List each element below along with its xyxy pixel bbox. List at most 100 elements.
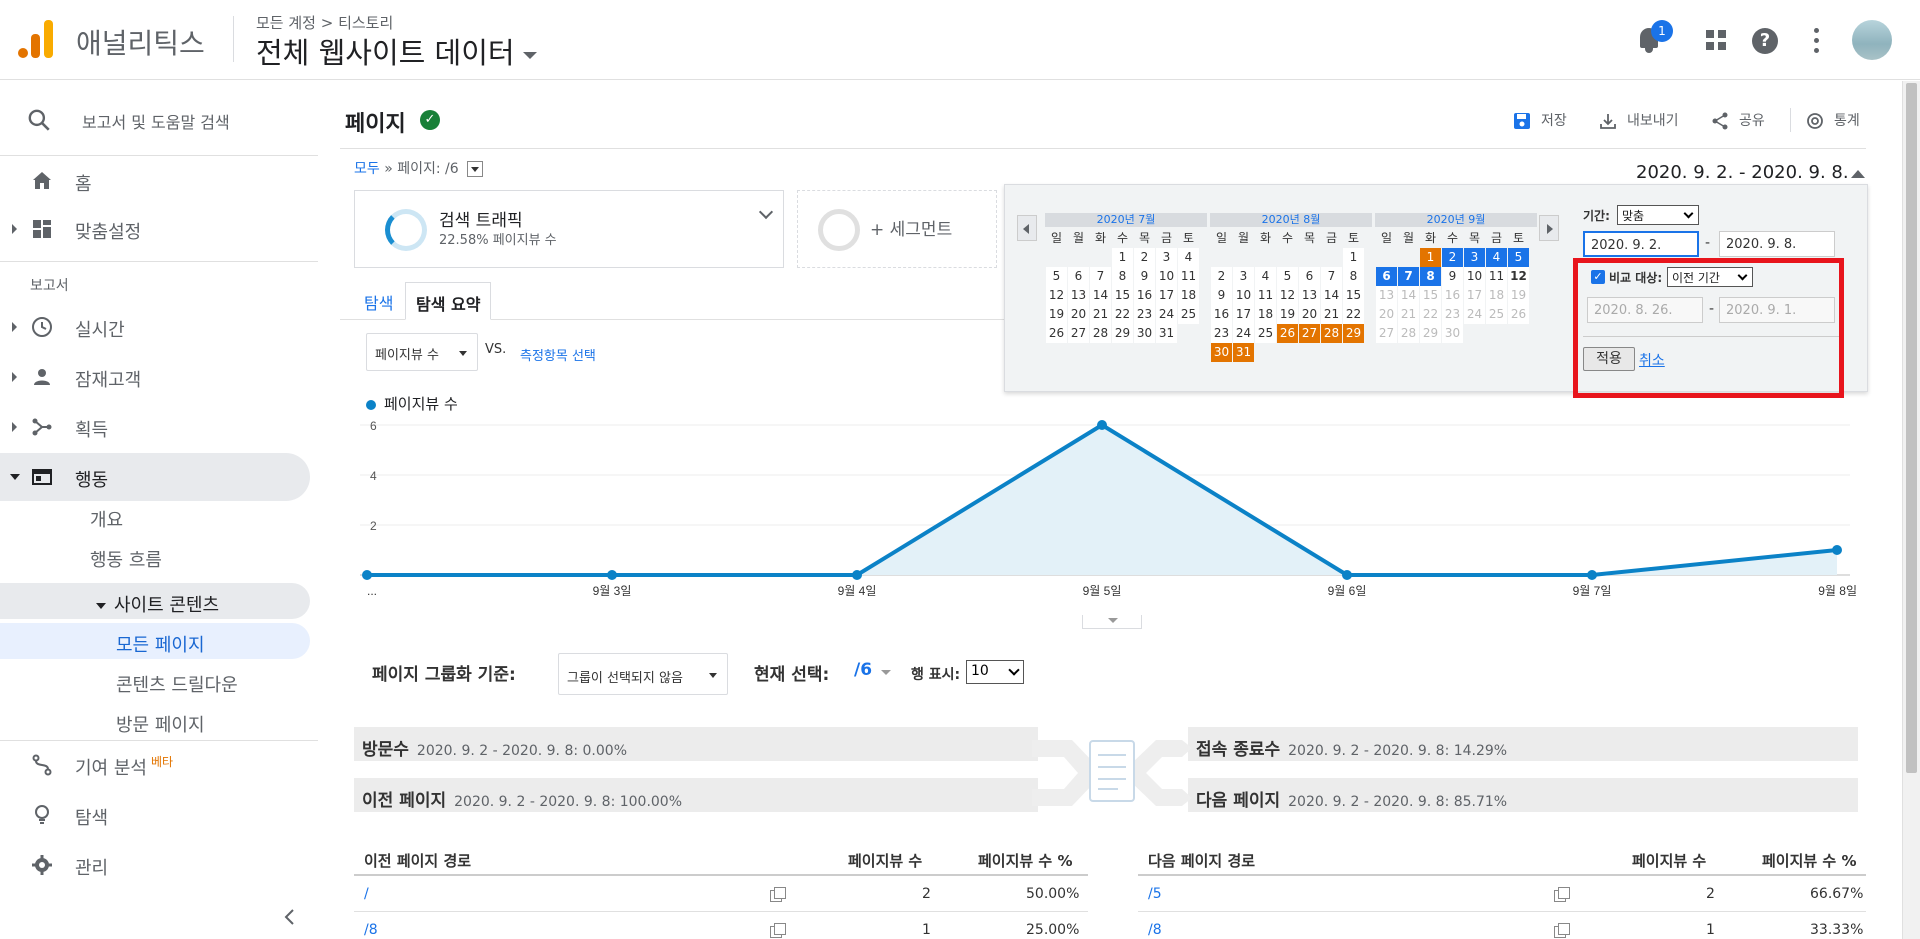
table-row-path[interactable]: / — [364, 886, 369, 902]
calendar-day[interactable]: 29 — [1112, 324, 1133, 343]
calendar-day[interactable]: 31 — [1233, 343, 1254, 362]
rows-select[interactable]: 10 — [966, 660, 1024, 684]
calendar-day[interactable]: 22 — [1112, 305, 1133, 324]
apps-icon[interactable] — [1700, 24, 1732, 56]
prev-month-button[interactable] — [1017, 215, 1037, 241]
sidebar-item-customization[interactable]: 맞춤설정 — [0, 205, 310, 253]
calendar-day[interactable]: 29 — [1420, 324, 1441, 343]
sidebar-search[interactable]: 보고서 및 도움말 검색 — [0, 95, 318, 145]
calendar-day[interactable]: 15 — [1112, 286, 1133, 305]
sidebar-item-home[interactable]: 홈 — [0, 157, 310, 205]
calendar-day[interactable]: 13 — [1376, 286, 1397, 305]
calendar-day[interactable]: 6 — [1299, 267, 1320, 286]
calendar-day[interactable]: 3 — [1156, 248, 1177, 267]
prev-table-header-pageviews[interactable]: 페이지뷰 수 — [848, 850, 922, 871]
path-link[interactable]: /8 — [364, 922, 378, 938]
calendar-day[interactable]: 12 — [1277, 286, 1298, 305]
calendar-day[interactable]: 10 — [1233, 286, 1254, 305]
save-button[interactable]: 저장 — [1513, 110, 1567, 130]
chevron-left-icon[interactable] — [280, 907, 300, 927]
pick-metric-link[interactable]: 측정항목 선택 — [520, 345, 596, 364]
analytics-logo[interactable] — [18, 20, 54, 58]
calendar-day[interactable]: 22 — [1343, 305, 1364, 324]
calendar-day[interactable]: 17 — [1156, 286, 1177, 305]
calendar-day[interactable]: 8 — [1343, 267, 1364, 286]
path-link[interactable]: /8 — [1148, 922, 1162, 938]
calendar-day[interactable]: 23 — [1211, 324, 1232, 343]
calendar-day[interactable]: 17 — [1464, 286, 1485, 305]
calendar-day[interactable]: 21 — [1321, 305, 1342, 324]
open-page-icon[interactable] — [1554, 923, 1570, 938]
calendar-day[interactable]: 26 — [1508, 305, 1529, 324]
calendar-day[interactable]: 23 — [1442, 305, 1463, 324]
calendar-day[interactable]: 28 — [1321, 324, 1342, 343]
open-page-icon[interactable] — [770, 887, 786, 902]
export-button[interactable]: 내보내기 — [1599, 110, 1679, 130]
calendar-day[interactable]: 2 — [1134, 248, 1155, 267]
calendar-day[interactable]: 2 — [1211, 267, 1232, 286]
prev-table-header-path[interactable]: 이전 페이지 경로 — [364, 850, 471, 871]
calendar-day[interactable]: 3 — [1233, 267, 1254, 286]
calendar-day[interactable]: 6 — [1376, 267, 1397, 286]
calendar-day[interactable]: 16 — [1211, 305, 1232, 324]
calendar-day[interactable]: 7 — [1398, 267, 1419, 286]
calendar-day[interactable]: 13 — [1068, 286, 1089, 305]
chart-resize-handle[interactable] — [1082, 615, 1142, 629]
caret-down-icon[interactable] — [881, 670, 891, 675]
calendar-day[interactable]: 18 — [1255, 305, 1276, 324]
calendar-day[interactable]: 27 — [1299, 324, 1320, 343]
avatar[interactable] — [1852, 20, 1892, 60]
calendar-day[interactable]: 31 — [1156, 324, 1177, 343]
period-select[interactable]: 맞춤 — [1617, 205, 1699, 225]
date-range-display[interactable]: 2020. 9. 2. - 2020. 9. 8. — [1636, 162, 1849, 183]
calendar-day[interactable]: 20 — [1299, 305, 1320, 324]
next-table-header-percent[interactable]: 페이지뷰 수 % — [1762, 850, 1856, 871]
current-selection-value[interactable]: /6 — [854, 660, 872, 680]
calendar-day[interactable]: 15 — [1343, 286, 1364, 305]
calendar-day[interactable]: 28 — [1090, 324, 1111, 343]
calendar-day[interactable]: 7 — [1321, 267, 1342, 286]
insights-button[interactable]: 통계 — [1806, 110, 1860, 130]
calendar-day[interactable]: 24 — [1156, 305, 1177, 324]
path-link[interactable]: / — [364, 886, 369, 902]
calendar-day[interactable]: 15 — [1420, 286, 1441, 305]
calendar-day[interactable]: 24 — [1464, 305, 1485, 324]
calendar-day[interactable]: 11 — [1486, 267, 1507, 286]
calendar-day[interactable]: 1 — [1112, 248, 1133, 267]
sidebar-subitem-site-content[interactable]: 사이트 콘텐츠 — [0, 583, 310, 619]
calendar-day[interactable]: 11 — [1178, 267, 1199, 286]
start-date-input[interactable]: 2020. 9. 2. — [1583, 231, 1699, 257]
calendar-day[interactable]: 5 — [1046, 267, 1067, 286]
calendar-day[interactable]: 4 — [1178, 248, 1199, 267]
calendar-day[interactable]: 28 — [1398, 324, 1419, 343]
path-link[interactable]: /5 — [1148, 886, 1162, 902]
calendar-day[interactable]: 25 — [1255, 324, 1276, 343]
calendar-day[interactable]: 12 — [1508, 267, 1529, 286]
calendar-day[interactable]: 5 — [1277, 267, 1298, 286]
sidebar-subitem-drilldown[interactable]: 콘텐츠 드릴다운 — [116, 671, 238, 707]
calendar-day[interactable]: 9 — [1442, 267, 1463, 286]
calendar-day[interactable]: 17 — [1233, 305, 1254, 324]
calendar-day[interactable]: 30 — [1442, 324, 1463, 343]
next-table-header-path[interactable]: 다음 페이지 경로 — [1148, 850, 1255, 871]
calendar-day[interactable]: 4 — [1255, 267, 1276, 286]
calendar-day[interactable]: 27 — [1068, 324, 1089, 343]
calendar-day[interactable]: 26 — [1046, 324, 1067, 343]
calendar-day[interactable]: 1 — [1420, 248, 1441, 267]
chevron-down-icon[interactable] — [758, 204, 774, 220]
calendar-day[interactable]: 13 — [1299, 286, 1320, 305]
caret-up-icon[interactable] — [1851, 170, 1865, 178]
calendar-day[interactable]: 1 — [1343, 248, 1364, 267]
calendar-day[interactable]: 11 — [1255, 286, 1276, 305]
crumb-dropdown-icon[interactable] — [467, 161, 484, 177]
calendar-day[interactable]: 6 — [1068, 267, 1089, 286]
calendar-day[interactable]: 21 — [1398, 305, 1419, 324]
calendar-day[interactable]: 25 — [1178, 305, 1199, 324]
sidebar-item-realtime[interactable]: 실시간 — [0, 303, 310, 351]
end-date-input[interactable]: 2020. 9. 8. — [1719, 231, 1835, 257]
sidebar-item-attribution[interactable]: 기여 분석 베타 — [0, 741, 310, 789]
help-icon[interactable]: ? — [1748, 24, 1780, 56]
sidebar-subitem-overview[interactable]: 개요 — [90, 506, 123, 542]
open-page-icon[interactable] — [770, 923, 786, 938]
calendar-day[interactable]: 12 — [1046, 286, 1067, 305]
